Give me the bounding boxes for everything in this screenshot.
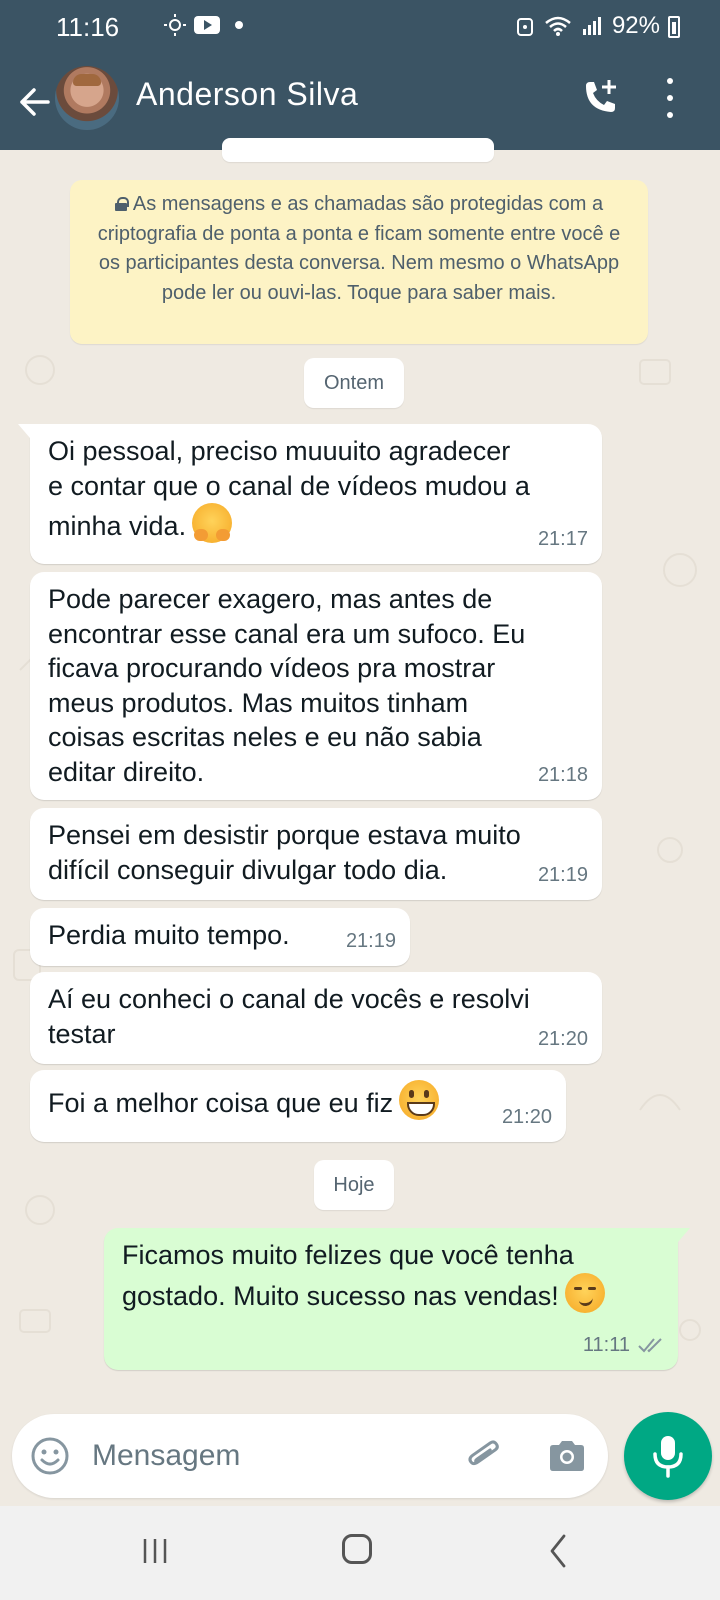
system-status: 92% (516, 12, 660, 40)
message-time-row: 11:11 (583, 1328, 664, 1363)
encryption-notice[interactable]: As mensagens e as chamadas são protegida… (70, 180, 648, 344)
contact-name[interactable]: Anderson Silva (136, 76, 358, 113)
message-text: Perdia muito tempo. (48, 920, 290, 950)
youtube-icon (194, 16, 220, 34)
back-arrow-icon[interactable] (14, 82, 54, 122)
message-text: Aí eu conheci o canal de vocês e resolvi… (48, 984, 530, 1049)
message-time: 21:18 (537, 763, 588, 786)
sun-icon (164, 14, 186, 36)
mic-icon (653, 1436, 683, 1478)
chat-header: Anderson Silva (0, 54, 720, 150)
message-bubble-outgoing[interactable]: Ficamos muito felizes que você tenha gos… (104, 1228, 690, 1370)
read-ticks-icon (638, 1338, 662, 1353)
contact-avatar[interactable] (55, 66, 119, 130)
message-text: Pode parecer exagero, mas antes de encon… (48, 584, 526, 787)
notification-icons (130, 14, 244, 36)
message-time: 21:20 (537, 1027, 588, 1050)
message-text: Foi a melhor coisa que eu fiz (48, 1088, 394, 1118)
message-composer (12, 1414, 608, 1498)
chat-area[interactable]: As mensagens e as chamadas são protegida… (0, 138, 720, 1400)
message-bubble-incoming[interactable]: Foi a melhor coisa que eu fiz 21:20 (30, 1070, 566, 1142)
message-time: 21:19 (537, 863, 588, 886)
encryption-notice-text: As mensagens e as chamadas são protegida… (97, 193, 621, 304)
message-time: 11:11 (582, 1333, 630, 1356)
alarm-icon (516, 18, 533, 36)
smirking-face-emoji-icon (564, 1272, 605, 1313)
status-bar: 11:16 92% (0, 0, 720, 54)
message-time: 21:19 (345, 929, 396, 952)
message-text: Ficamos muito felizes que você tenha gos… (122, 1240, 574, 1311)
nav-back-icon[interactable] (548, 1534, 568, 1568)
hugging-face-emoji-icon (192, 503, 233, 543)
message-input[interactable] (92, 1434, 432, 1478)
add-call-icon[interactable] (578, 76, 622, 120)
recent-apps-icon[interactable] (140, 1536, 170, 1566)
more-vertical-icon[interactable] (662, 78, 678, 118)
message-bubble-incoming[interactable]: Perdia muito tempo. 21:19 (30, 908, 410, 966)
message-bubble-incoming[interactable]: Aí eu conheci o canal de vocês e resolvi… (30, 972, 602, 1064)
date-chip-partial (222, 138, 494, 162)
battery-icon (668, 16, 680, 38)
attach-icon[interactable] (464, 1436, 504, 1476)
status-time: 11:16 (56, 12, 120, 42)
message-time: 21:17 (537, 527, 588, 550)
date-chip-today: Hoje (314, 1160, 394, 1210)
home-icon[interactable] (342, 1534, 372, 1564)
signal-icon (582, 17, 601, 35)
message-bubble-incoming[interactable]: Pode parecer exagero, mas antes de encon… (30, 572, 602, 800)
wifi-icon (545, 16, 571, 36)
date-chip-yesterday: Ontem (304, 358, 404, 408)
message-time: 21:20 (501, 1105, 552, 1128)
battery-percent: 92% (611, 12, 660, 39)
mic-button[interactable] (624, 1412, 712, 1500)
message-bubble-incoming[interactable]: Oi pessoal, preciso muuuito agradecer e … (18, 424, 602, 564)
message-bubble-incoming[interactable]: Pensei em desistir porque estava muito d… (30, 808, 602, 900)
camera-icon[interactable] (546, 1436, 588, 1476)
message-text: Oi pessoal, preciso muuuito agradecer e … (48, 436, 530, 541)
lock-icon (114, 197, 129, 211)
emoji-icon[interactable] (30, 1436, 70, 1476)
message-text: Pensei em desistir porque estava muito d… (48, 820, 521, 885)
system-nav-bar (0, 1506, 720, 1600)
dot-icon (235, 21, 243, 29)
grinning-face-emoji-icon (399, 1080, 440, 1120)
